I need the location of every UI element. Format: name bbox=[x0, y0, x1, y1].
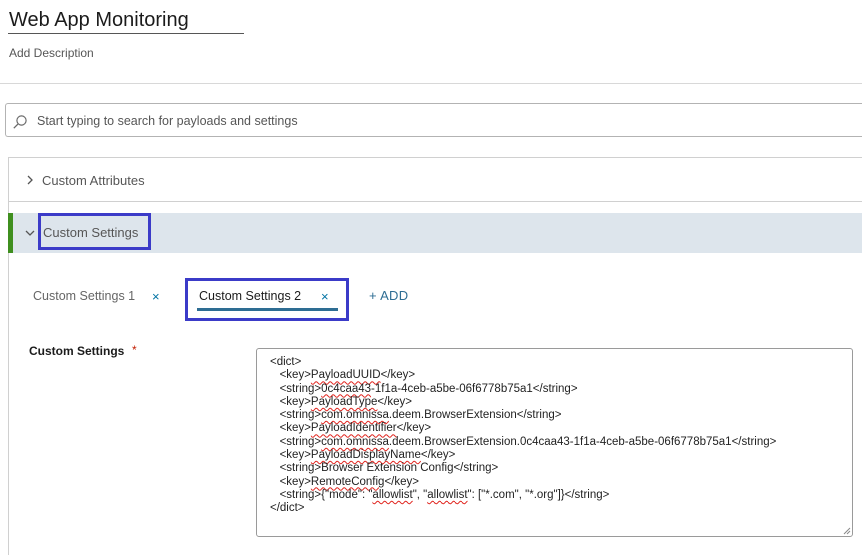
code-line: <string>{"mode": "allowlist", "allowlist… bbox=[279, 488, 610, 501]
profile-name-input[interactable] bbox=[8, 7, 244, 34]
custom-settings-code[interactable]: <dict> <key>PayloadUUID</key> <string>0c… bbox=[270, 356, 776, 516]
search-input[interactable] bbox=[35, 110, 739, 132]
code-line: <string>com.omnissa.deem.BrowserExtensio… bbox=[279, 409, 562, 422]
highlight-box-tab-2 bbox=[185, 278, 349, 321]
chevron-down-icon[interactable] bbox=[25, 228, 35, 238]
code-line: <key>RemoteConfig</key> bbox=[279, 475, 419, 488]
section-divider bbox=[8, 157, 862, 158]
add-description-link[interactable]: Add Description bbox=[9, 46, 94, 60]
code-line: </dict> bbox=[270, 502, 305, 515]
code-line: <string>com.omnissa.deem.BrowserExtensio… bbox=[279, 435, 777, 448]
tab-1-close-icon[interactable]: × bbox=[152, 289, 160, 304]
search-icon bbox=[13, 115, 27, 129]
tab-custom-settings-1[interactable]: Custom Settings 1 bbox=[33, 289, 135, 303]
header-divider bbox=[0, 83, 862, 84]
code-line: <dict> bbox=[270, 356, 302, 368]
code-line: <string>0c4caa43-1f1a-4ceb-a5be-06f6778b… bbox=[279, 382, 578, 395]
code-line: <string>Browser Extension Config</string… bbox=[279, 462, 499, 475]
code-line: <key>PayloadDisplayName</key> bbox=[279, 449, 456, 462]
chevron-right-icon[interactable] bbox=[25, 175, 35, 185]
accordion-custom-attributes-label[interactable]: Custom Attributes bbox=[42, 173, 145, 188]
accordion-divider bbox=[8, 201, 862, 202]
code-line: <key>PayloadIdentifier</key> bbox=[279, 422, 432, 435]
code-line: <key>PayloadType</key> bbox=[279, 395, 412, 408]
add-tab-button[interactable]: + ADD bbox=[369, 288, 408, 303]
resize-grip-icon[interactable] bbox=[843, 527, 851, 535]
required-marker: * bbox=[132, 343, 137, 357]
active-indicator bbox=[8, 213, 13, 253]
custom-settings-field-label: Custom Settings bbox=[29, 344, 125, 358]
highlight-box-custom-settings bbox=[38, 213, 151, 250]
code-line: <key>PayloadUUID</key> bbox=[279, 369, 416, 382]
